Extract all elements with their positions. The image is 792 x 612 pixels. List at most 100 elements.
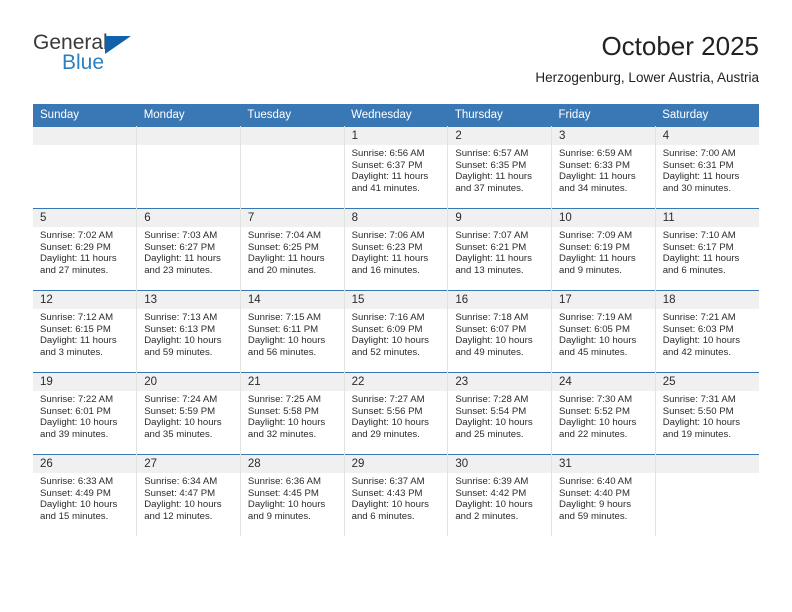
- calendar-day-cell[interactable]: 26 Sunrise: 6:33 AM Sunset: 4:49 PM Dayligh…: [33, 454, 138, 536]
- day-detail-line: Sunrise: 7:31 AM: [662, 394, 736, 405]
- day-detail-text: Sunrise: 7:10 AM Sunset: 6:17 PM Daylight:…: [656, 227, 759, 276]
- day-detail-text: Sunrise: 7:31 AM Sunset: 5:50 PM Daylight:…: [656, 391, 759, 440]
- calendar-body: 1 Sunrise: 6:56 AM Sunset: 6:37 PM Daylight…: [33, 126, 759, 536]
- day-detail-line: Sunset: 6:09 PM: [351, 323, 423, 335]
- day-detail-text: [33, 145, 136, 148]
- calendar-day-cell[interactable]: 16 Sunrise: 7:18 AM Sunset: 6:07 PM Dayligh…: [447, 290, 553, 373]
- weekday-header-saturday: Saturday: [655, 104, 759, 127]
- calendar-day-cell[interactable]: 14 Sunrise: 7:15 AM Sunset: 6:11 PM Dayligh…: [239, 290, 345, 373]
- day-detail-line: Sunset: 6:25 PM: [247, 241, 319, 253]
- day-detail-text: Sunrise: 6:36 AM Sunset: 4:45 PM Daylight:…: [241, 473, 344, 522]
- day-detail-text: Sunrise: 7:16 AM Sunset: 6:09 PM Daylight:…: [345, 309, 448, 358]
- weekday-header-sunday: Sunday: [33, 104, 137, 127]
- day-detail-line: and 19 minutes.: [662, 428, 731, 440]
- day-detail-line: and 56 minutes.: [247, 346, 317, 358]
- calendar-day-cell[interactable]: 10 Sunrise: 7:09 AM Sunset: 6:19 PM Dayligh…: [551, 208, 656, 291]
- day-detail-line: and 9 minutes.: [559, 264, 622, 276]
- day-detail-line: Sunrise: 6:33 AM: [40, 476, 114, 487]
- weekday-header-row: Sunday Monday Tuesday Wednesday Thursday…: [33, 104, 759, 127]
- day-detail-line: Sunset: 6:29 PM: [40, 241, 111, 253]
- calendar-week-row: 5 Sunrise: 7:02 AM Sunset: 6:29 PM Daylight…: [33, 208, 759, 291]
- calendar-day-cell[interactable]: 31 Sunrise: 6:40 AM Sunset: 4:40 PM Dayligh…: [551, 454, 656, 536]
- day-detail-line: Sunset: 6:17 PM: [662, 241, 734, 253]
- day-number: 25: [655, 373, 759, 391]
- day-detail-line: Sunrise: 7:00 AM: [662, 148, 736, 159]
- calendar-day-cell-inner: 4 Sunrise: 7:00 AM Sunset: 6:31 PM Daylight…: [655, 127, 759, 208]
- calendar-day-cell-inner: [137, 127, 240, 208]
- calendar-day-cell[interactable]: 5 Sunrise: 7:02 AM Sunset: 6:29 PM Daylight…: [33, 208, 138, 291]
- calendar-day-cell[interactable]: 3 Sunrise: 6:59 AM Sunset: 6:33 PM Daylight…: [551, 126, 656, 209]
- day-number: [33, 127, 137, 145]
- calendar-day-cell[interactable]: 6 Sunrise: 7:03 AM Sunset: 6:27 PM Daylight…: [136, 208, 241, 291]
- calendar-day-cell-empty: [239, 126, 345, 209]
- day-detail-line: and 12 minutes.: [144, 510, 213, 522]
- day-number: 15: [344, 291, 448, 309]
- calendar-day-cell[interactable]: 12 Sunrise: 7:12 AM Sunset: 6:15 PM Dayligh…: [33, 290, 138, 373]
- day-number: 27: [137, 455, 240, 473]
- day-detail-line: Sunset: 5:52 PM: [559, 405, 630, 417]
- calendar-day-cell[interactable]: 9 Sunrise: 7:07 AM Sunset: 6:21 PM Daylight…: [447, 208, 553, 291]
- calendar-day-cell[interactable]: 20 Sunrise: 7:24 AM Sunset: 5:59 PM Dayligh…: [136, 372, 241, 455]
- day-detail-line: Sunset: 4:47 PM: [144, 487, 216, 499]
- calendar-day-cell[interactable]: 18 Sunrise: 7:21 AM Sunset: 6:03 PM Dayligh…: [654, 290, 759, 373]
- calendar-day-cell[interactable]: 27 Sunrise: 6:34 AM Sunset: 4:47 PM Dayligh…: [136, 454, 241, 536]
- day-detail-line: Daylight: 11 hours: [144, 253, 221, 265]
- calendar-day-cell[interactable]: 4 Sunrise: 7:00 AM Sunset: 6:31 PM Daylight…: [654, 126, 759, 209]
- day-detail-line: Sunset: 6:01 PM: [40, 405, 111, 417]
- page-header: General Blue October 2025 Herzogenburg, …: [33, 30, 759, 98]
- calendar-day-cell-inner: 26 Sunrise: 6:33 AM Sunset: 4:49 PM Dayligh…: [33, 455, 137, 536]
- day-detail-line: Sunrise: 7:19 AM: [559, 312, 633, 323]
- brand-name-blue: Blue: [62, 51, 105, 74]
- calendar-day-cell[interactable]: 7 Sunrise: 7:04 AM Sunset: 6:25 PM Daylight…: [239, 208, 345, 291]
- day-detail-line: and 20 minutes.: [247, 264, 317, 276]
- calendar-day-cell[interactable]: 13 Sunrise: 7:13 AM Sunset: 6:13 PM Dayligh…: [136, 290, 241, 373]
- day-detail-text: Sunrise: 7:00 AM Sunset: 6:31 PM Daylight:…: [656, 145, 759, 194]
- calendar-week-row: 12 Sunrise: 7:12 AM Sunset: 6:15 PM Dayligh…: [33, 290, 759, 373]
- day-number: 16: [448, 291, 552, 309]
- day-detail-text: Sunrise: 7:24 AM Sunset: 5:59 PM Daylight:…: [137, 391, 240, 440]
- calendar-day-cell[interactable]: 25 Sunrise: 7:31 AM Sunset: 5:50 PM Dayligh…: [654, 372, 759, 455]
- day-detail-line: Sunrise: 7:02 AM: [40, 230, 114, 241]
- calendar-day-cell[interactable]: 22 Sunrise: 7:27 AM Sunset: 5:56 PM Dayligh…: [343, 372, 449, 455]
- day-number: 28: [240, 455, 344, 473]
- day-number: 9: [448, 209, 552, 227]
- day-detail-text: Sunrise: 6:56 AM Sunset: 6:37 PM Daylight:…: [345, 145, 448, 194]
- calendar-day-cell-inner: 13 Sunrise: 7:13 AM Sunset: 6:13 PM Dayligh…: [137, 291, 240, 372]
- calendar-day-cell[interactable]: 29 Sunrise: 6:37 AM Sunset: 4:43 PM Dayligh…: [343, 454, 449, 536]
- calendar-day-cell-inner: 22 Sunrise: 7:27 AM Sunset: 5:56 PM Dayligh…: [344, 373, 448, 454]
- calendar-day-cell[interactable]: 8 Sunrise: 7:06 AM Sunset: 6:23 PM Daylight…: [343, 208, 449, 291]
- calendar-day-cell[interactable]: 30 Sunrise: 6:39 AM Sunset: 4:42 PM Dayligh…: [447, 454, 553, 536]
- day-detail-line: Sunset: 6:37 PM: [351, 159, 423, 171]
- day-detail-line: Sunset: 5:54 PM: [455, 405, 527, 417]
- weekday-header-wednesday: Wednesday: [344, 104, 448, 127]
- day-detail-line: Daylight: 10 hours: [351, 335, 429, 347]
- day-number: 22: [344, 373, 448, 391]
- day-detail-line: Daylight: 10 hours: [662, 417, 741, 429]
- calendar-day-cell-inner: 3 Sunrise: 6:59 AM Sunset: 6:33 PM Daylight…: [552, 127, 655, 208]
- day-detail-line: and 27 minutes.: [40, 264, 109, 276]
- calendar-day-cell-inner: 10 Sunrise: 7:09 AM Sunset: 6:19 PM Dayligh…: [552, 209, 655, 290]
- calendar-week-row: 26 Sunrise: 6:33 AM Sunset: 4:49 PM Dayligh…: [33, 454, 759, 536]
- calendar-day-cell[interactable]: 1 Sunrise: 6:56 AM Sunset: 6:37 PM Daylight…: [343, 126, 449, 209]
- calendar-day-cell[interactable]: 23 Sunrise: 7:28 AM Sunset: 5:54 PM Dayligh…: [447, 372, 553, 455]
- day-detail-line: Sunrise: 7:28 AM: [455, 394, 529, 405]
- calendar-day-cell-inner: 23 Sunrise: 7:28 AM Sunset: 5:54 PM Dayligh…: [448, 373, 552, 454]
- calendar-day-cell[interactable]: 24 Sunrise: 7:30 AM Sunset: 5:52 PM Dayligh…: [551, 372, 656, 455]
- calendar-day-cell[interactable]: 19 Sunrise: 7:22 AM Sunset: 6:01 PM Dayligh…: [33, 372, 138, 455]
- day-detail-line: Sunset: 6:21 PM: [455, 241, 527, 253]
- brand-logo[interactable]: General Blue: [33, 32, 293, 74]
- day-detail-line: Daylight: 10 hours: [559, 335, 637, 347]
- day-detail-line: Sunrise: 7:07 AM: [455, 230, 529, 241]
- calendar-day-cell[interactable]: 28 Sunrise: 6:36 AM Sunset: 4:45 PM Dayligh…: [239, 454, 345, 536]
- calendar-day-cell[interactable]: 15 Sunrise: 7:16 AM Sunset: 6:09 PM Dayligh…: [343, 290, 449, 373]
- calendar-day-cell[interactable]: 17 Sunrise: 7:19 AM Sunset: 6:05 PM Dayligh…: [551, 290, 656, 373]
- title-block: October 2025 Herzogenburg, Lower Austria…: [535, 30, 759, 88]
- calendar-week-row: 19 Sunrise: 7:22 AM Sunset: 6:01 PM Dayligh…: [33, 372, 759, 455]
- day-detail-line: Daylight: 9 hours: [559, 499, 632, 511]
- calendar-day-cell[interactable]: 2 Sunrise: 6:57 AM Sunset: 6:35 PM Daylight…: [447, 126, 553, 209]
- calendar-day-cell[interactable]: 11 Sunrise: 7:10 AM Sunset: 6:17 PM Dayligh…: [654, 208, 759, 291]
- day-detail-line: Sunrise: 6:34 AM: [144, 476, 218, 487]
- calendar-day-cell[interactable]: 21 Sunrise: 7:25 AM Sunset: 5:58 PM Dayligh…: [239, 372, 345, 455]
- day-detail-line: Sunrise: 6:37 AM: [351, 476, 425, 487]
- day-number: 29: [344, 455, 448, 473]
